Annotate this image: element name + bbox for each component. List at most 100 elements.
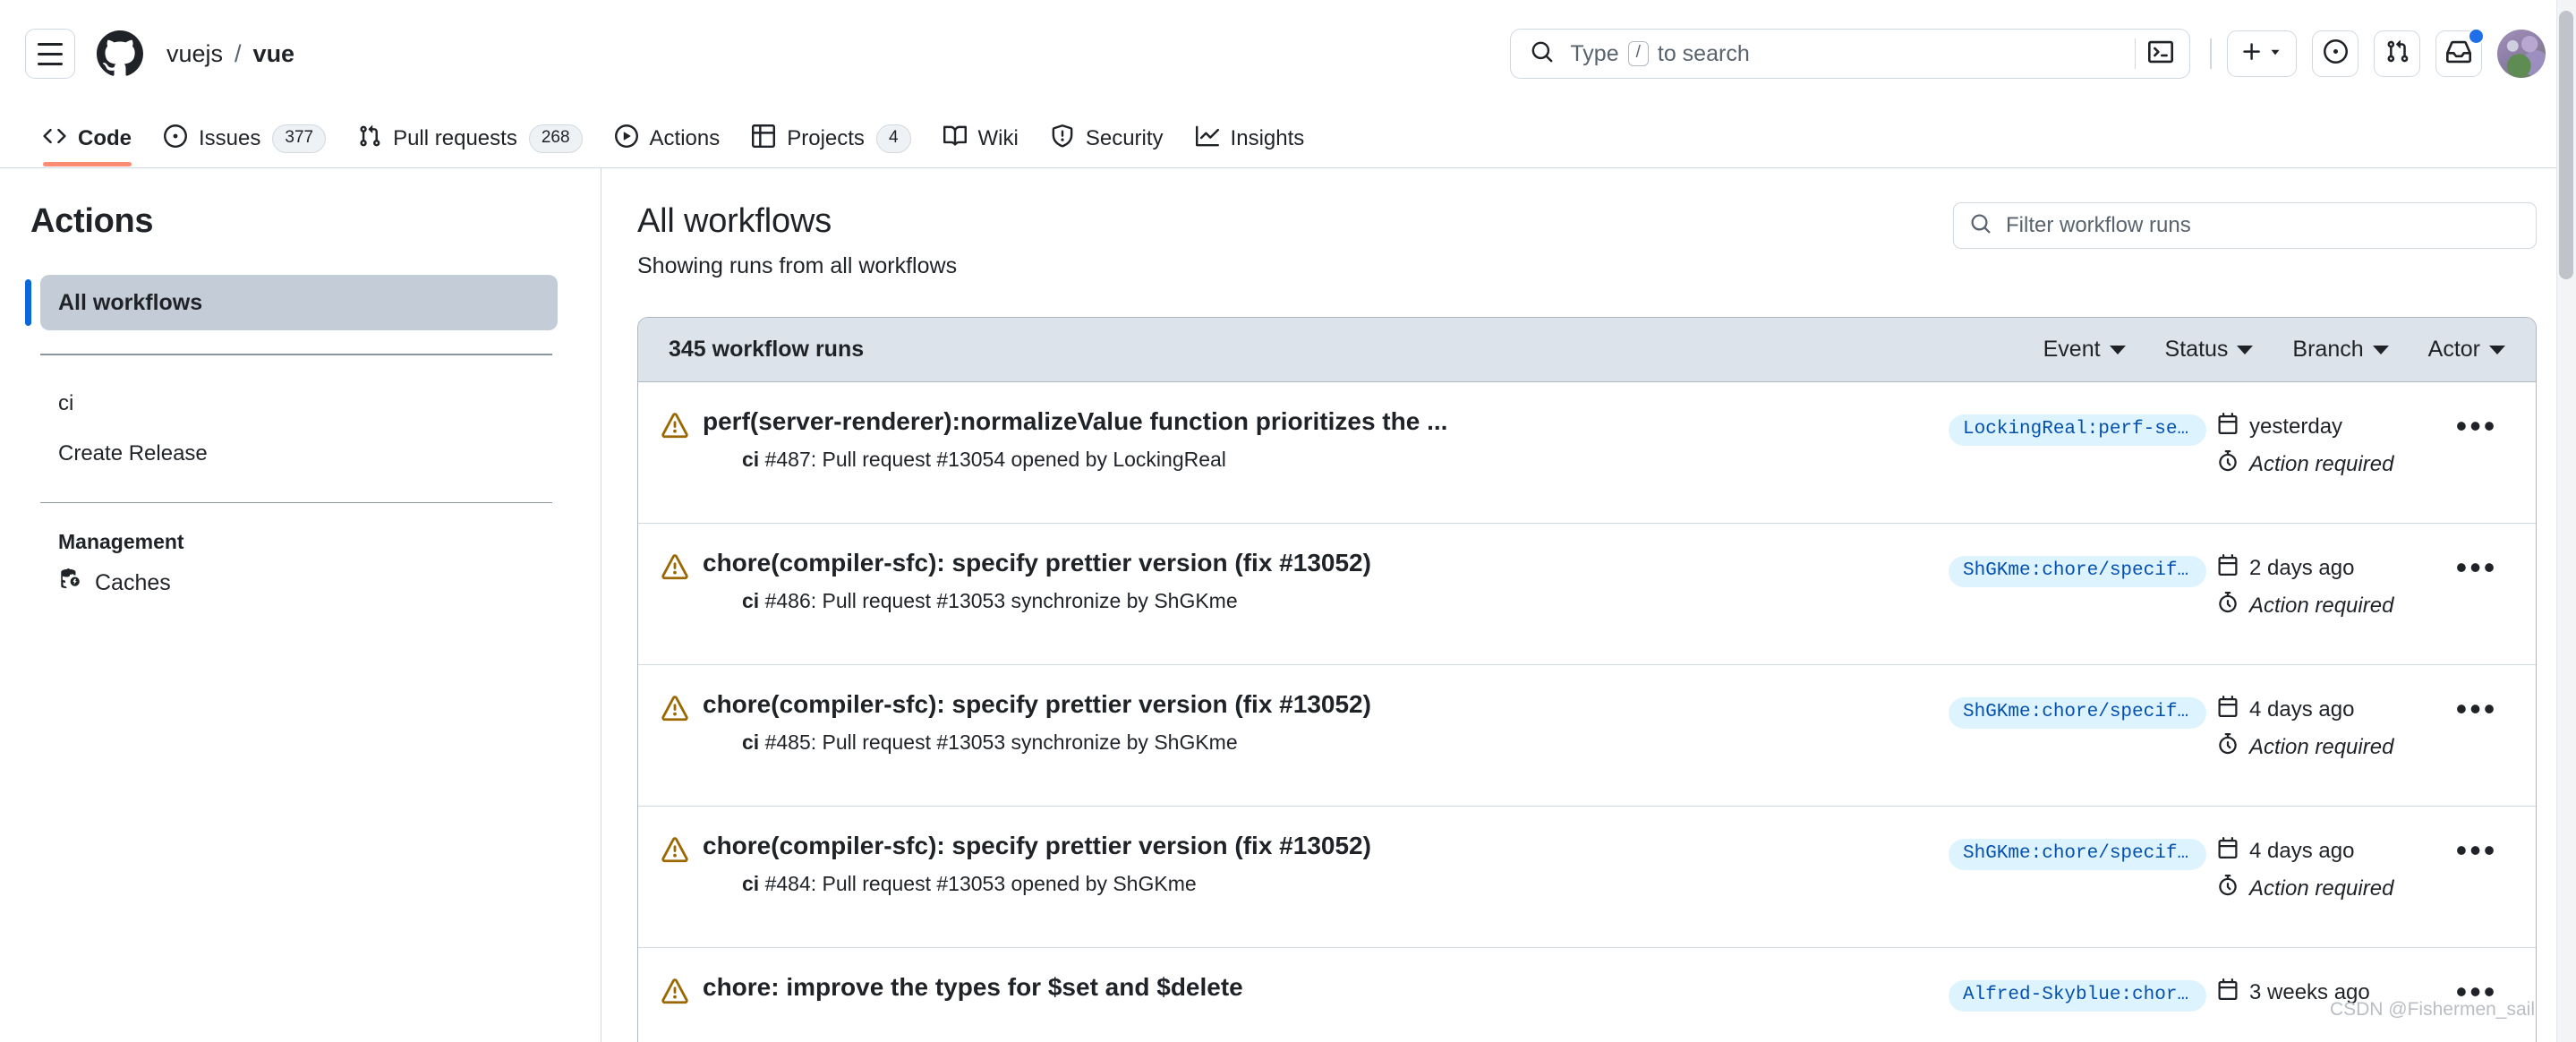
- run-kebab-menu-button[interactable]: •••: [2441, 549, 2512, 584]
- run-title[interactable]: chore(compiler-sfc): specify prettier ve…: [703, 549, 1625, 577]
- tab-actions[interactable]: Actions: [599, 107, 737, 167]
- run-branch-column: LockingReal:perf-server-r…: [1949, 407, 2217, 450]
- terminal-icon[interactable]: [2148, 39, 2174, 69]
- run-branch-column: ShGKme:chore/specify-pret…: [1949, 832, 2217, 875]
- header-actions: [2210, 28, 2546, 78]
- tab-projects[interactable]: Projects 4: [736, 107, 926, 167]
- warning-triangle-icon: [661, 978, 688, 1010]
- status-filter-label: Status: [2164, 337, 2229, 362]
- filter-workflow-runs-input[interactable]: Filter workflow runs: [1953, 202, 2537, 249]
- run-title[interactable]: chore(compiler-sfc): specify prettier ve…: [703, 690, 1625, 719]
- run-main: chore(compiler-sfc): specify prettier ve…: [703, 549, 1949, 613]
- github-logo-icon[interactable]: [97, 30, 143, 77]
- plus-icon: [2240, 40, 2264, 68]
- tab-security[interactable]: Security: [1035, 107, 1180, 167]
- run-meta-rest: Pull request #13054 opened by LockingRea…: [822, 448, 1226, 471]
- run-kebab-menu-button[interactable]: •••: [2441, 407, 2512, 442]
- create-new-button[interactable]: [2227, 30, 2297, 77]
- tab-projects-label: Projects: [787, 126, 865, 150]
- run-kebab-menu-button[interactable]: •••: [2441, 973, 2512, 1008]
- chevron-down-icon: [2372, 345, 2389, 354]
- tab-wiki-label: Wiki: [977, 126, 1019, 150]
- stopwatch-icon: [2217, 592, 2239, 619]
- warning-triangle-icon: [661, 837, 688, 868]
- tab-pull-requests[interactable]: Pull requests 268: [342, 107, 598, 167]
- sidebar-item-create-release[interactable]: Create Release: [40, 429, 558, 479]
- run-number: #485:: [764, 730, 817, 754]
- run-time-column: 4 days ago Action required: [2217, 832, 2441, 902]
- run-date-label: 4 days ago: [2249, 696, 2355, 722]
- branch-filter-label: Branch: [2292, 337, 2364, 362]
- run-branch-badge[interactable]: ShGKme:chore/specify-pret…: [1949, 697, 2206, 729]
- shield-icon: [1051, 124, 1074, 154]
- sidebar-item-caches[interactable]: Caches: [40, 554, 558, 612]
- tab-issues-counter: 377: [272, 124, 327, 153]
- tab-code[interactable]: Code: [27, 107, 148, 167]
- run-branch-badge[interactable]: ShGKme:chore/specify-pret…: [1949, 556, 2206, 587]
- notifications-inbox-button[interactable]: [2435, 28, 2485, 77]
- run-status: Action required: [2217, 450, 2441, 478]
- breadcrumb-repo[interactable]: vue: [253, 40, 295, 68]
- run-branch-column: ShGKme:chore/specify-pret…: [1949, 690, 2217, 733]
- table-row[interactable]: perf(server-renderer):normalizeValue fun…: [638, 382, 2536, 524]
- run-meta-rest: Pull request #13053 opened by ShGKme: [822, 872, 1197, 895]
- run-title[interactable]: chore(compiler-sfc): specify prettier ve…: [703, 832, 1625, 860]
- branch-filter-dropdown[interactable]: Branch: [2292, 337, 2389, 363]
- run-date: 4 days ago: [2217, 837, 2441, 865]
- breadcrumb: vuejs / vue: [166, 40, 294, 68]
- run-title[interactable]: chore: improve the types for $set and $d…: [703, 973, 1625, 1002]
- run-branch-badge[interactable]: LockingReal:perf-server-r…: [1949, 414, 2206, 446]
- tab-insights[interactable]: Insights: [1180, 107, 1321, 167]
- run-status: Action required: [2217, 733, 2441, 761]
- sidebar-item-all-workflows[interactable]: All workflows: [25, 275, 558, 330]
- run-title[interactable]: perf(server-renderer):normalizeValue fun…: [703, 407, 1625, 436]
- run-workflow-name: ci: [742, 589, 760, 612]
- avatar[interactable]: [2497, 30, 2546, 78]
- run-time-column: 2 days ago Action required: [2217, 549, 2441, 619]
- table-row[interactable]: chore: improve the types for $set and $d…: [638, 948, 2536, 1042]
- sidebar-item-create-release-label: Create Release: [58, 440, 208, 465]
- actions-sidebar: Actions All workflows ci Create Release …: [0, 168, 601, 1042]
- tab-pull-requests-label: Pull requests: [393, 126, 517, 150]
- breadcrumb-owner[interactable]: vuejs: [166, 40, 223, 68]
- table-row[interactable]: chore(compiler-sfc): specify prettier ve…: [638, 665, 2536, 807]
- notification-badge-dot: [2468, 28, 2485, 45]
- event-filter-dropdown[interactable]: Event: [2043, 337, 2126, 363]
- actor-filter-dropdown[interactable]: Actor: [2428, 337, 2505, 363]
- run-number: #484:: [764, 872, 817, 895]
- run-kebab-menu-button[interactable]: •••: [2441, 832, 2512, 867]
- table-row[interactable]: chore(compiler-sfc): specify prettier ve…: [638, 807, 2536, 948]
- tab-issues[interactable]: Issues 377: [148, 107, 342, 167]
- search-icon: [1970, 213, 1992, 239]
- table-row[interactable]: chore(compiler-sfc): specify prettier ve…: [638, 524, 2536, 665]
- run-kebab-menu-button[interactable]: •••: [2441, 690, 2512, 725]
- search-input[interactable]: Type / to search: [1510, 29, 2191, 79]
- breadcrumb-separator: /: [235, 39, 242, 67]
- stopwatch-icon: [2217, 875, 2239, 902]
- run-branch-badge[interactable]: Alfred-Skyblue:chore-set/…: [1949, 980, 2206, 1012]
- calendar-icon: [2217, 978, 2239, 1006]
- warning-triangle-icon: [661, 413, 688, 444]
- run-date-label: yesterday: [2249, 414, 2343, 439]
- page-scrollbar[interactable]: [2556, 0, 2576, 1042]
- page-scrollbar-thumb[interactable]: [2559, 11, 2573, 279]
- warning-triangle-icon: [661, 696, 688, 727]
- run-date-label: 2 days ago: [2249, 555, 2355, 580]
- hamburger-icon[interactable]: [25, 29, 75, 79]
- pull-requests-button[interactable]: [2374, 30, 2420, 77]
- sidebar-item-ci[interactable]: ci: [40, 379, 558, 429]
- run-branch-badge[interactable]: ShGKme:chore/specify-pret…: [1949, 839, 2206, 870]
- run-time-column: yesterday Action required: [2217, 407, 2441, 478]
- main-header-text: All workflows Showing runs from all work…: [637, 202, 957, 279]
- run-main: chore(compiler-sfc): specify prettier ve…: [703, 832, 1949, 896]
- issues-button[interactable]: [2312, 30, 2358, 77]
- search-icon: [1531, 40, 1554, 68]
- sidebar-item-ci-label: ci: [58, 390, 74, 415]
- run-main: perf(server-renderer):normalizeValue fun…: [703, 407, 1949, 472]
- run-number: #487:: [764, 448, 817, 471]
- stopwatch-icon: [2217, 733, 2239, 761]
- status-filter-dropdown[interactable]: Status: [2165, 337, 2254, 363]
- run-workflow-name: ci: [742, 872, 760, 895]
- tab-wiki[interactable]: Wiki: [927, 107, 1035, 167]
- graph-icon: [1195, 124, 1219, 154]
